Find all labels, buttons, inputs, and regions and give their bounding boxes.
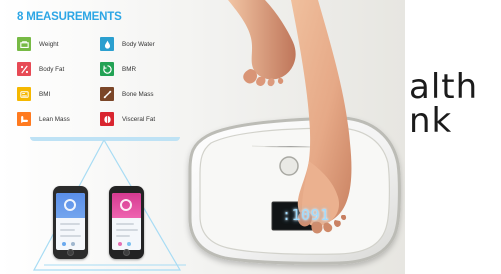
cropped-text-line-2: nk	[409, 101, 453, 141]
scale-marketing-image: 8 MEASUREMENTS Weight Body Fat BMI Lean …	[0, 0, 405, 274]
scale-photo-drawing	[188, 0, 401, 265]
cropped-text-line-1: alth	[409, 67, 479, 107]
cropped-overlay-text: alth nk	[409, 70, 501, 138]
left-foot	[228, 0, 296, 80]
scale-sensor-icon	[279, 156, 299, 176]
smart-scale-image: 8 MEASUREMENTS Weight Body Fat BMI Lean …	[0, 0, 501, 274]
scale-weight-readout: :1091	[282, 206, 330, 224]
